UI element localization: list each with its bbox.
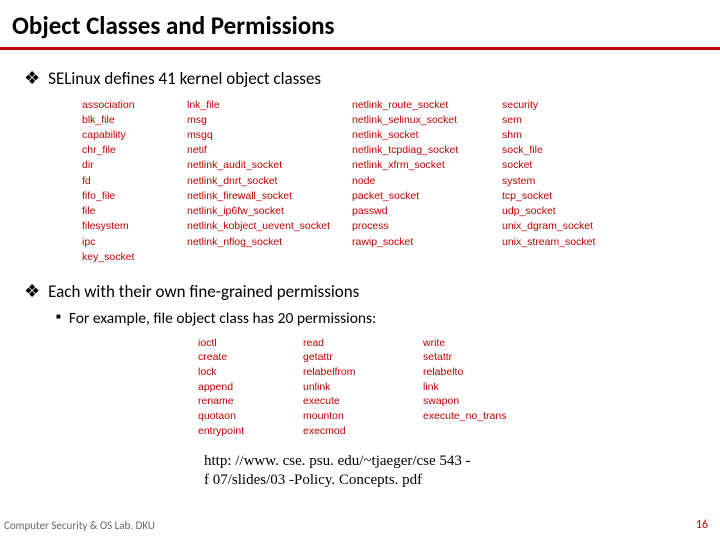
list-item: write: [423, 336, 533, 351]
perms-col-3: writesetattrrelabeltolinkswaponexecute_n…: [423, 336, 533, 439]
list-item: lnk_file: [187, 98, 352, 113]
list-item: netlink_kobject_uevent_socket: [187, 219, 352, 234]
list-item: unlink: [303, 380, 423, 395]
list-item: sock_file: [502, 143, 632, 158]
bullet-2: ❖ Each with their own fine-grained permi…: [24, 281, 696, 303]
bullet-2a: ■ For example, file object class has 20 …: [56, 309, 696, 328]
list-item: capability: [82, 128, 187, 143]
list-item: unix_dgram_socket: [502, 219, 632, 234]
perms-col-2: readgetattrrelabelfromunlinkexecutemount…: [303, 336, 423, 439]
list-item: dir: [82, 158, 187, 173]
list-item: process: [352, 219, 502, 234]
list-item: node: [352, 174, 502, 189]
square-bullet-icon: ■: [56, 309, 61, 327]
list-item: netlink_dnrt_socket: [187, 174, 352, 189]
object-classes-grid: associationblk_filecapabilitychr_filedir…: [82, 98, 696, 265]
list-item: relabelto: [423, 365, 533, 380]
classes-col-4: securitysemshmsock_filesocketsystemtcp_s…: [502, 98, 632, 265]
list-item: tcp_socket: [502, 189, 632, 204]
list-item: msg: [187, 113, 352, 128]
slide-content: ❖ SELinux defines 41 kernel object class…: [0, 50, 720, 490]
diamond-bullet-icon: ❖: [24, 68, 40, 90]
list-item: execute: [303, 394, 423, 409]
list-item: ioctl: [198, 336, 303, 351]
list-item: filesystem: [82, 219, 187, 234]
list-item: netif: [187, 143, 352, 158]
list-item: file: [82, 204, 187, 219]
list-item: create: [198, 350, 303, 365]
slide-title: Object Classes and Permissions: [0, 0, 720, 50]
list-item: entrypoint: [198, 424, 303, 439]
list-item: key_socket: [82, 250, 187, 265]
list-item: association: [82, 98, 187, 113]
list-item: netlink_route_socket: [352, 98, 502, 113]
list-item: rename: [198, 394, 303, 409]
perms-col-1: ioctlcreatelockappendrenamequotaonentryp…: [198, 336, 303, 439]
list-item: append: [198, 380, 303, 395]
list-item: security: [502, 98, 632, 113]
list-item: quotaon: [198, 409, 303, 424]
list-item: blk_file: [82, 113, 187, 128]
list-item: read: [303, 336, 423, 351]
list-item: netlink_xfrm_socket: [352, 158, 502, 173]
list-item: netlink_audit_socket: [187, 158, 352, 173]
list-item: execmod: [303, 424, 423, 439]
page-number: 16: [696, 518, 708, 532]
bullet-1: ❖ SELinux defines 41 kernel object class…: [24, 68, 696, 90]
list-item: getattr: [303, 350, 423, 365]
list-item: chr_file: [82, 143, 187, 158]
list-item: swapon: [423, 394, 533, 409]
list-item: fd: [82, 174, 187, 189]
list-item: packet_socket: [352, 189, 502, 204]
list-item: netlink_selinux_socket: [352, 113, 502, 128]
list-item: socket: [502, 158, 632, 173]
list-item: shm: [502, 128, 632, 143]
list-item: passwd: [352, 204, 502, 219]
list-item: execute_no_trans: [423, 409, 533, 424]
classes-col-3: netlink_route_socketnetlink_selinux_sock…: [352, 98, 502, 265]
list-item: rawip_socket: [352, 235, 502, 250]
diamond-bullet-icon: ❖: [24, 281, 40, 303]
list-item: link: [423, 380, 533, 395]
list-item: netlink_nflog_socket: [187, 235, 352, 250]
classes-col-1: associationblk_filecapabilitychr_filedir…: [82, 98, 187, 265]
url-line-1: http: //www. cse. psu. edu/~tjaeger/cse …: [204, 452, 696, 471]
list-item: udp_socket: [502, 204, 632, 219]
list-item: netlink_firewall_socket: [187, 189, 352, 204]
list-item: mounton: [303, 409, 423, 424]
bullet-2-text: Each with their own fine-grained permiss…: [48, 281, 359, 302]
url-line-2: f 07/slides/03 -Policy. Concepts. pdf: [204, 471, 696, 490]
list-item: system: [502, 174, 632, 189]
list-item: setattr: [423, 350, 533, 365]
list-item: netlink_socket: [352, 128, 502, 143]
source-url: http: //www. cse. psu. edu/~tjaeger/cse …: [204, 452, 696, 490]
list-item: netlink_tcpdiag_socket: [352, 143, 502, 158]
permissions-grid: ioctlcreatelockappendrenamequotaonentryp…: [198, 336, 696, 439]
list-item: relabelfrom: [303, 365, 423, 380]
list-item: ipc: [82, 235, 187, 250]
list-item: netlink_ip6fw_socket: [187, 204, 352, 219]
bullet-2a-text: For example, file object class has 20 pe…: [69, 309, 376, 328]
list-item: unix_stream_socket: [502, 235, 632, 250]
list-item: msgq: [187, 128, 352, 143]
list-item: fifo_file: [82, 189, 187, 204]
list-item: lock: [198, 365, 303, 380]
list-item: sem: [502, 113, 632, 128]
classes-col-2: lnk_filemsgmsgqnetifnetlink_audit_socket…: [187, 98, 352, 265]
footer-text: Computer Security & OS Lab. DKU: [4, 519, 155, 532]
bullet-1-text: SELinux defines 41 kernel object classes: [48, 68, 321, 89]
